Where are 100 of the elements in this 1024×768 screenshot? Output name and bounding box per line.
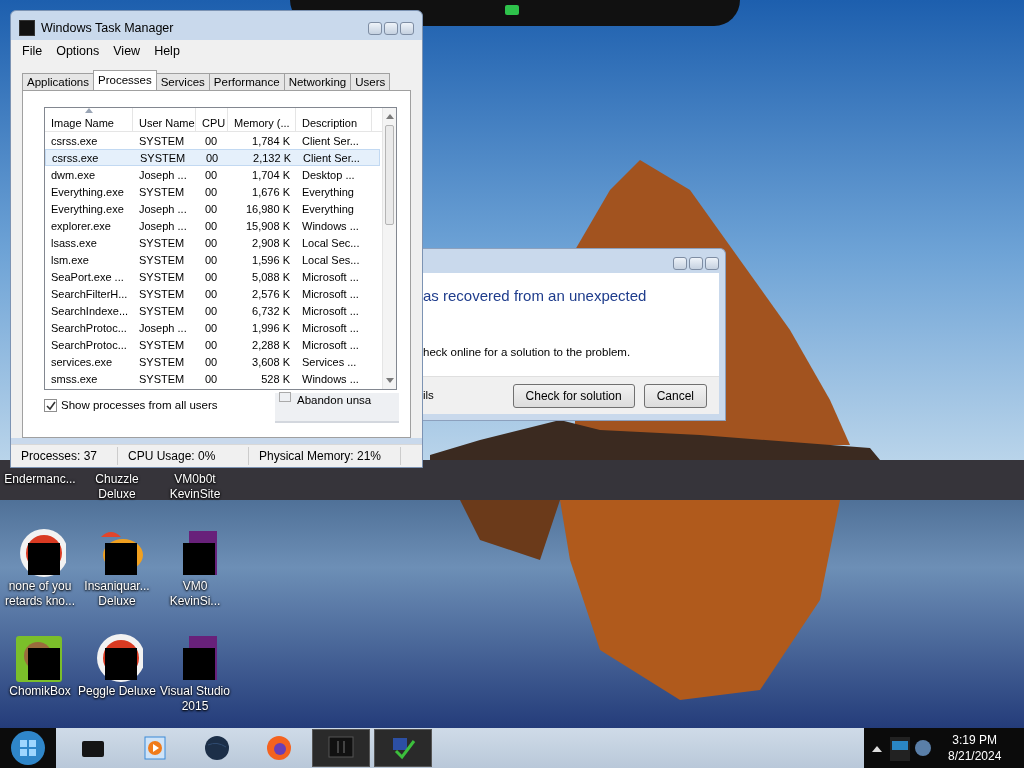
- table-cell-text: lsm.exe: [50, 252, 90, 268]
- table-cell-text: 2,132 K: [252, 150, 292, 166]
- minimize-button[interactable]: [368, 21, 382, 35]
- start-button[interactable]: [10, 730, 46, 766]
- table-cell-text: Everything.exe: [50, 184, 125, 200]
- table-cell-text: 1,596 K: [251, 252, 291, 268]
- table-cell-text: smss.exe: [50, 371, 99, 387]
- tray-speaker-icon[interactable]: [914, 739, 932, 757]
- scroll-thumb[interactable]: [385, 125, 394, 226]
- table-cell-text: 1,784 K: [251, 133, 291, 149]
- table-cell-text: Everything.exe: [50, 201, 125, 217]
- sort-arrow-icon: [84, 108, 93, 114]
- tab[interactable]: Networking: [283, 73, 352, 91]
- table-cell-text: Joseph ...: [138, 167, 188, 183]
- table-cell-text: 00: [204, 201, 219, 217]
- table-cell-text: SYSTEM: [138, 337, 186, 353]
- status-text: Physical Memory: 21%: [249, 447, 401, 466]
- table-cell-text: 00: [204, 354, 219, 370]
- maximize-button[interactable]: [689, 257, 703, 270]
- selected-row[interactable]: csrss.exe SYSTEM 00 2,132 K Client Ser...: [45, 149, 380, 167]
- table-cell-text: 00: [204, 235, 219, 251]
- table-cell-text: 5,088 K: [251, 269, 291, 285]
- status-text: Processes: 37: [11, 447, 118, 466]
- scrollbar[interactable]: [382, 108, 396, 390]
- icon-label[interactable]: Insaniquar... Deluxe: [84, 579, 150, 609]
- scroll-up-icon[interactable]: [386, 113, 394, 120]
- clock-date[interactable]: 8/21/2024: [948, 748, 1002, 764]
- table-cell-text: Local Ses...: [301, 252, 361, 268]
- window-title: Windows Task Manager: [41, 19, 174, 37]
- table-cell-text: 2,908 K: [251, 235, 291, 251]
- dialog-button[interactable]: Cancel: [643, 383, 707, 408]
- table-cell-text: 00: [204, 320, 219, 336]
- status-indicator-icon: [505, 5, 519, 15]
- menu-item[interactable]: Help: [147, 41, 187, 61]
- table-cell-text: lsass.exe: [50, 235, 98, 251]
- table-cell-text: SYSTEM: [139, 150, 187, 166]
- table-cell-text: 528 K: [260, 371, 291, 387]
- dialog-button[interactable]: Check for solution: [512, 383, 635, 408]
- table-cell-text: 15,908 K: [244, 218, 291, 234]
- tab[interactable]: Performance: [208, 73, 285, 91]
- tab[interactable]: Processes: [93, 70, 157, 91]
- table-cell-text: SYSTEM: [138, 133, 186, 149]
- table-cell-text: Client Ser...: [301, 133, 360, 149]
- table-cell-text: 00: [204, 218, 219, 234]
- table-cell-text: SYSTEM: [138, 235, 186, 251]
- menu-item[interactable]: Options: [49, 41, 107, 61]
- icon-label[interactable]: Endermanc...: [4, 472, 76, 487]
- table-cell-text: SeaPort.exe ...: [50, 269, 125, 285]
- close-button[interactable]: [705, 257, 719, 270]
- table-cell-text: 00: [204, 303, 219, 319]
- table-cell-text: csrss.exe: [51, 150, 100, 166]
- table-cell-text: 00: [205, 150, 220, 166]
- table-cell-text: SearchIndexe...: [50, 303, 130, 319]
- checkbox[interactable]: [44, 399, 57, 413]
- table-cell-text: SYSTEM: [138, 354, 186, 370]
- column-header[interactable]: User Name: [133, 108, 196, 132]
- tab[interactable]: Users: [350, 73, 391, 91]
- taskbar-button[interactable]: [374, 729, 432, 767]
- table-cell-text: 1,704 K: [251, 167, 291, 183]
- table-cell-text: explorer.exe: [50, 218, 112, 234]
- menu-item[interactable]: View: [106, 41, 148, 61]
- maximize-button[interactable]: [384, 21, 398, 35]
- menu-item[interactable]: File: [15, 41, 50, 61]
- table-cell-text: Joseph ...: [138, 218, 188, 234]
- column-header[interactable]: Memory (...: [228, 108, 296, 132]
- tab[interactable]: Services: [155, 73, 210, 91]
- table-cell-text: Services ...: [301, 354, 358, 370]
- close-button[interactable]: [400, 21, 414, 35]
- icon-label[interactable]: Visual Studio 2015: [160, 684, 230, 714]
- table-cell-text: 1,996 K: [251, 320, 291, 336]
- icon-label[interactable]: VM0 KevinSi...: [169, 579, 221, 609]
- clock-time[interactable]: 3:19 PM: [952, 732, 998, 748]
- icon-label[interactable]: Peggle Deluxe: [77, 684, 157, 699]
- table-cell-text: 00: [204, 184, 219, 200]
- scroll-down-icon[interactable]: [386, 378, 394, 385]
- table-cell-text: Windows ...: [301, 371, 360, 387]
- table-cell-text: 2,576 K: [251, 286, 291, 302]
- table-cell-text: Windows ...: [301, 218, 360, 234]
- column-header[interactable]: Image Name: [45, 108, 133, 132]
- minimize-button[interactable]: [673, 257, 687, 270]
- table-cell-text: 00: [204, 371, 219, 387]
- table-cell-text: Microsoft ...: [301, 337, 360, 353]
- status-text: CPU Usage: 0%: [118, 447, 249, 466]
- icon-label[interactable]: none of you retards kno...: [5, 579, 75, 609]
- table-cell-text: 00: [204, 269, 219, 285]
- table-cell-text: Joseph ...: [138, 201, 188, 217]
- table-cell-text: Microsoft ...: [301, 320, 360, 336]
- details-link[interactable]: ils: [423, 386, 434, 405]
- table-cell-text: SearchProtoc...: [50, 320, 128, 336]
- column-header[interactable]: CPU: [196, 108, 228, 132]
- table-cell-text: Client Ser...: [302, 150, 361, 166]
- table-cell-text: 00: [204, 133, 219, 149]
- icon-label[interactable]: ChomikBox: [9, 684, 71, 699]
- column-header[interactable]: Description: [296, 108, 372, 132]
- tab[interactable]: Applications: [22, 73, 94, 91]
- icon-label[interactable]: Chuzzle Deluxe: [95, 472, 139, 502]
- table-cell-text: 00: [204, 286, 219, 302]
- icon-label[interactable]: VM0b0t KevinSite: [169, 472, 221, 502]
- table-cell-text: SearchProtoc...: [50, 337, 128, 353]
- table-cell-text: 3,608 K: [251, 354, 291, 370]
